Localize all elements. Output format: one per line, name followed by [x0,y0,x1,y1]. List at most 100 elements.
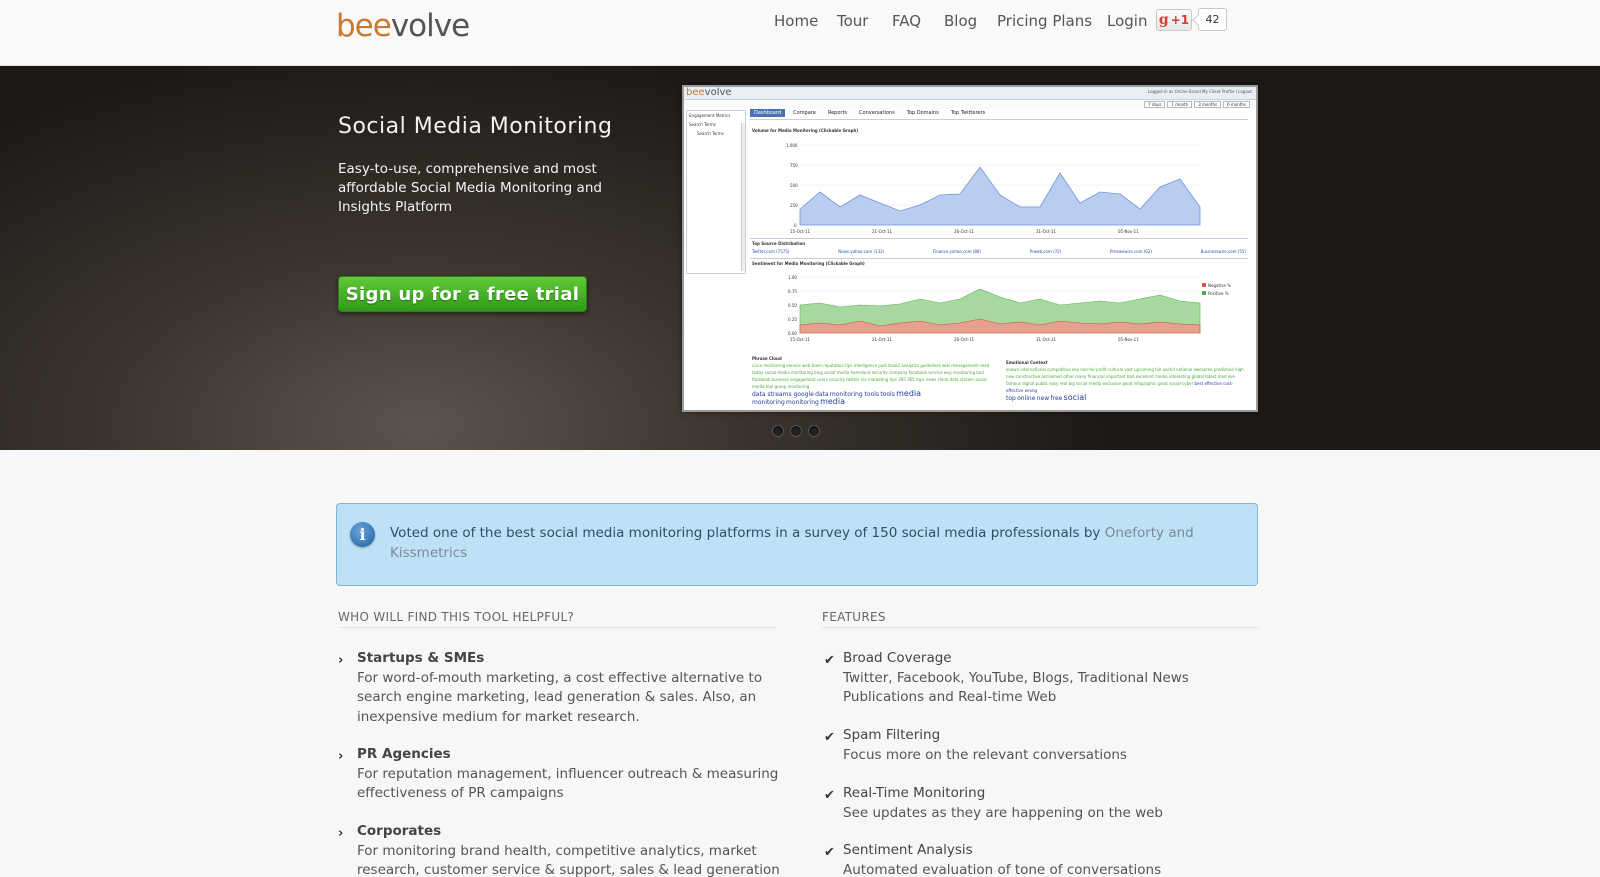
feature-item-title: Real-Time Monitoring [843,785,986,801]
preview-period-7d: 7 days [1144,101,1166,108]
sentiment-ytick: 0.50 [788,303,797,308]
audience-item-body: For word-of-mouth marketing, a cost effe… [357,669,763,725]
award-notice: i Voted one of the best social media mon… [336,503,1258,586]
preview-divider [750,258,1248,259]
preview-tab-top-domains: Top Domains [906,110,939,116]
feature-item-body: Automated evaluation of tone of conversa… [843,861,1162,877]
preview-sentiment-title: Sentiment for Media Monitoring (Clickabl… [752,261,865,266]
google-plus-one-button[interactable]: g +1 [1156,9,1192,31]
feature-item-body: Twitter, Facebook, YouTube, Blogs, Tradi… [843,669,1189,706]
preview-sidebar-scrollbar [741,123,745,271]
sentiment-xtick: 15-Oct-11 [790,337,811,342]
hero-banner: Social Media Monitoring Easy-to-use, com… [0,66,1600,450]
volume-xtick: 05-Nov-11 [1118,229,1139,234]
nav-blog[interactable]: Blog [944,12,977,30]
sentiment-xtick: 21-Oct-11 [872,337,893,342]
audience-item-body: For monitoring brand health, competitive… [357,842,780,877]
legend-negative-label: Negative % [1208,283,1231,288]
preview-phrase-cloud: cisco monitoring service web team reputa… [752,362,992,406]
volume-ytick: 500 [790,183,798,188]
section-divider [822,627,1259,628]
slide-dot-2[interactable] [790,425,802,437]
chevron-right-icon: › [338,653,344,668]
volume-ytick: 750 [790,163,798,168]
chevron-right-icon: › [338,826,344,841]
legend-negative-swatch [1202,283,1206,287]
preview-emotional-cloud: known international competitive key non-… [1006,366,1246,402]
volume-xtick: 15-Oct-11 [790,229,811,234]
nav-login[interactable]: Login [1107,12,1147,30]
google-plus-count: 42 [1198,8,1227,31]
volume-ytick: 1,000 [786,143,798,148]
preview-tab-top-twitterers: Top Twitterers [950,110,986,116]
preview-divider [750,119,1248,120]
notice-text: Voted one of the best social media monit… [390,525,1194,561]
preview-source-title: Top Source Distribution [752,241,806,246]
feature-item: ✔ Spam Filtering Focus more on the relev… [824,726,1243,765]
preview-tab-compare: Compare [793,110,816,116]
legend-positive-label: Positive % [1208,291,1229,296]
slide-dot-3[interactable] [808,425,820,437]
hero-subtitle: Easy-to-use, comprehensive and most affo… [338,161,602,215]
sentiment-xtick: 05-Nov-11 [1118,337,1139,342]
nav-home[interactable]: Home [774,12,818,30]
slide-dot-1[interactable] [772,425,784,437]
audience-item: › Startups & SMEs For word-of-mouth mark… [338,649,782,727]
audience-item-body: For reputation management, influencer ou… [357,765,779,802]
preview-tab-conversations: Conversations [859,110,895,116]
audience-item: › PR Agencies For reputation management,… [338,745,782,804]
site-logo[interactable]: beevolve [336,8,470,44]
preview-topbar: beevolve Logged in as Online Brand My Cl… [684,87,1256,100]
audience-item-title: Startups & SMEs [357,650,485,666]
feature-item-title: Spam Filtering [843,727,941,743]
features-section-title: FEATURES [822,610,886,624]
volume-xtick: 26-Oct-11 [954,229,975,234]
preview-tab-dashboard: Dashboard [750,109,786,117]
preview-period-1m: 1 month [1167,101,1193,108]
free-trial-signup-button[interactable]: Sign up for a free trial [338,276,587,312]
audience-item-title: Corporates [357,823,442,839]
check-icon: ✔ [824,845,835,860]
sentiment-ytick: 0.25 [788,317,797,322]
preview-divider [750,238,1248,239]
hero-title: Social Media Monitoring [338,114,613,139]
audience-item: › Corporates For monitoring brand health… [338,822,782,877]
volume-ytick: 250 [790,203,798,208]
sentiment-ytick: 0.00 [788,331,797,336]
volume-xtick: 21-Oct-11 [872,229,893,234]
nav-faq[interactable]: FAQ [892,12,921,30]
volume-xtick: 31-Oct-11 [1036,229,1057,234]
feature-item: ✔ Sentiment Analysis Automated evaluatio… [824,841,1243,877]
sentiment-xtick: 26-Oct-11 [954,337,975,342]
preview-source-links: Twitter.com (7575) News.yahoo.com (132) Fi… [752,249,1246,254]
preview-volume-title: Volume for Media Monitoring (Clickable G… [752,128,859,133]
legend-positive-swatch [1202,291,1206,295]
feature-item-body: Focus more on the relevant conversations [843,746,1127,763]
slide-pager [772,425,820,437]
preview-period-bar: 7 days 1 month 3 months 6 months [684,100,1256,109]
volume-area [799,166,1201,226]
sentiment-ytick: 1.00 [788,275,797,280]
preview-logo: beevolve [686,87,732,98]
preview-login-text: Logged in as Online Brand My Client Prof… [1147,89,1252,94]
chevron-right-icon: › [338,749,344,764]
nav-tour[interactable]: Tour [837,12,868,30]
site-header: beevolve Home Tour FAQ Blog Pricing Plan… [0,0,1600,66]
preview-sentiment-chart: 1.00 0.75 0.50 0.25 0.00 15-Oct-11 21-Oc… [788,275,1231,342]
audience-section-title: WHO WILL FIND THIS TOOL HELPFUL? [338,610,575,624]
nav-pricing-plans[interactable]: Pricing Plans [997,12,1092,30]
sentiment-ytick: 0.75 [788,289,797,294]
preview-sidebar-line: Engagement Metrics [689,113,731,118]
preview-emotional-title: Emotional Context [1006,360,1048,365]
google-g-icon: g [1158,12,1169,28]
info-circle-icon: i [350,522,375,547]
preview-sidebar: Engagement Metrics Search Terms Search T… [686,110,746,274]
section-divider [338,627,775,628]
check-icon: ✔ [824,653,835,668]
feature-item-title: Broad Coverage [843,650,952,666]
check-icon: ✔ [824,788,835,803]
preview-volume-chart: 1,000 750 500 250 0 15-Oct-11 21-Oct-11 … [786,143,1201,234]
preview-period-3m: 3 months [1194,101,1222,108]
preview-tab-reports: Reports [827,110,848,116]
feature-item-title: Sentiment Analysis [843,842,973,858]
